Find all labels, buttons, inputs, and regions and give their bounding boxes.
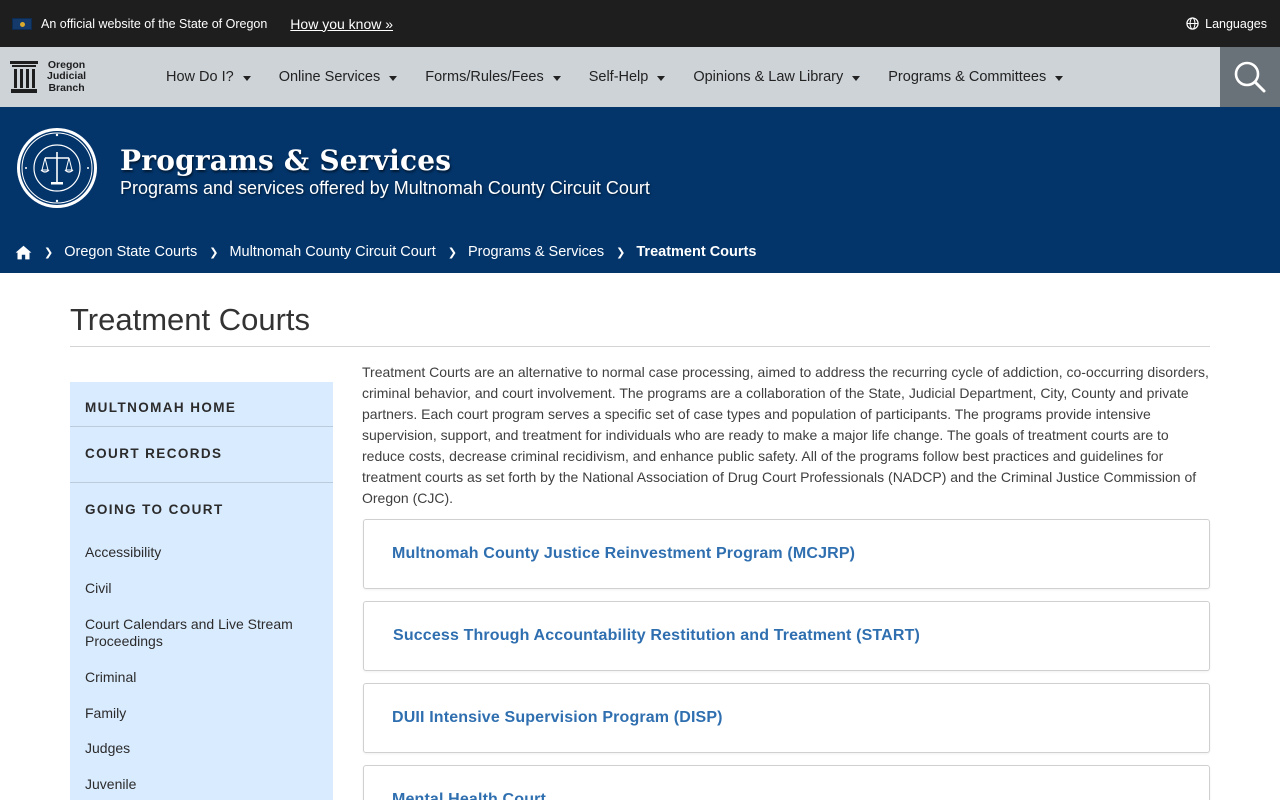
- brand-name: Oregon Judicial Branch: [47, 58, 87, 94]
- main-navigation: Oregon Judicial Branch How Do I? Online …: [0, 47, 1280, 107]
- caret-down-icon: [1055, 75, 1064, 81]
- sidenav-link-accessibility[interactable]: Accessibility: [70, 544, 333, 561]
- chevron-right-icon: ❯: [44, 246, 54, 259]
- intro-paragraph: Treatment Courts are an alternative to n…: [362, 364, 1209, 506]
- sidenav-multnomah-home[interactable]: MULTNOMAH HOME: [70, 382, 333, 427]
- breadcrumb-oregon-state-courts[interactable]: Oregon State Courts: [64, 244, 197, 260]
- program-card[interactable]: DUII Intensive Supervision Program (DISP…: [363, 683, 1210, 753]
- nav-self-help[interactable]: Self-Help: [589, 69, 666, 85]
- nav-how-do-i[interactable]: How Do I?: [166, 69, 251, 85]
- program-card[interactable]: Multnomah County Justice Reinvestment Pr…: [363, 519, 1210, 589]
- chevron-right-icon: ❯: [209, 246, 219, 259]
- sidenav-link-juvenile[interactable]: Juvenile: [70, 776, 333, 793]
- caret-down-icon: [657, 75, 666, 81]
- sidenav-link-civil[interactable]: Civil: [70, 580, 333, 597]
- search-icon: [1234, 61, 1266, 93]
- ojd-logo-link[interactable]: Oregon Judicial Branch: [0, 58, 166, 95]
- languages-label: Languages: [1205, 16, 1267, 31]
- sidenav-court-records[interactable]: COURT RECORDS: [70, 427, 333, 483]
- program-link-start[interactable]: Success Through Accountability Restituti…: [393, 627, 920, 645]
- breadcrumb-multnomah-circuit-court[interactable]: Multnomah County Circuit Court: [229, 244, 435, 260]
- languages-button[interactable]: Languages: [1186, 17, 1267, 31]
- page-hero: Programs & Services Programs and service…: [0, 107, 1280, 273]
- program-link-mcjrp[interactable]: Multnomah County Justice Reinvestment Pr…: [392, 545, 855, 563]
- caret-down-icon: [389, 75, 398, 81]
- title-divider: [70, 346, 1210, 347]
- search-button[interactable]: [1220, 47, 1280, 107]
- hero-subtitle: Programs and services offered by Multnom…: [120, 178, 650, 198]
- nav-programs-committees[interactable]: Programs & Committees: [888, 69, 1064, 85]
- program-link-disp[interactable]: DUII Intensive Supervision Program (DISP…: [392, 709, 723, 727]
- how-you-know-link[interactable]: How you know »: [290, 16, 393, 32]
- program-link-mental-health-court[interactable]: Mental Health Court: [392, 791, 546, 800]
- sidenav-link-family[interactable]: Family: [70, 705, 333, 722]
- program-card[interactable]: Mental Health Court: [363, 765, 1210, 800]
- nav-menu: How Do I? Online Services Forms/Rules/Fe…: [166, 69, 1091, 85]
- caret-down-icon: [552, 75, 561, 81]
- caret-down-icon: [242, 75, 251, 81]
- nav-forms-rules-fees[interactable]: Forms/Rules/Fees: [425, 69, 561, 85]
- chevron-right-icon: ❯: [447, 246, 457, 259]
- home-icon[interactable]: [15, 245, 32, 260]
- nav-online-services[interactable]: Online Services: [279, 69, 398, 85]
- globe-icon: [1186, 17, 1199, 30]
- breadcrumb: ❯ Oregon State Courts ❯ Multnomah County…: [15, 244, 756, 260]
- sidenav-link-court-calendars[interactable]: Court Calendars and Live Stream Proceedi…: [70, 616, 333, 649]
- sidenav-link-criminal[interactable]: Criminal: [70, 669, 333, 686]
- sidenav-going-to-court[interactable]: GOING TO COURT: [70, 483, 333, 534]
- nav-opinions-law-library[interactable]: Opinions & Law Library: [693, 69, 861, 85]
- official-site-text: An official website of the State of Oreg…: [41, 16, 268, 31]
- breadcrumb-programs-services[interactable]: Programs & Services: [468, 244, 604, 260]
- sidenav-link-judges[interactable]: Judges: [70, 740, 333, 757]
- official-site-banner: An official website of the State of Oreg…: [0, 0, 1280, 47]
- page-title: Treatment Courts: [70, 302, 311, 337]
- chevron-right-icon: ❯: [616, 246, 626, 259]
- side-navigation: MULTNOMAH HOME COURT RECORDS GOING TO CO…: [70, 382, 333, 800]
- program-card[interactable]: Success Through Accountability Restituti…: [363, 601, 1210, 671]
- hero-title: Programs & Services: [120, 144, 452, 177]
- caret-down-icon: [852, 75, 861, 81]
- oregon-flag-icon: [12, 17, 32, 30]
- courthouse-icon: [10, 61, 38, 93]
- breadcrumb-current: Treatment Courts: [636, 244, 757, 260]
- judicial-department-seal-icon: [17, 128, 97, 208]
